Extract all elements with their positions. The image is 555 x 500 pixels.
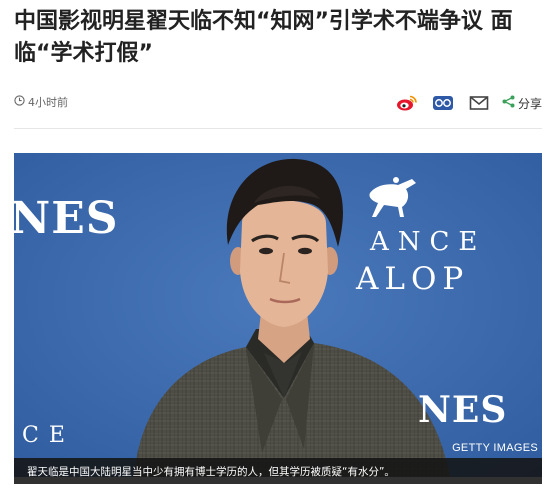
photo-caption: 翟天临是中国大陆明星当中少有拥有博士学历的人，但其学历被质疑“有水分”。 xyxy=(14,458,542,484)
backdrop-text-bottom-left: CE xyxy=(22,423,75,448)
share-toolbar: 分享 xyxy=(382,93,542,113)
share-label: 分享 xyxy=(517,96,542,111)
wechat-moments-icon[interactable] xyxy=(432,93,454,113)
photo-credit: GETTY IMAGES xyxy=(452,442,538,454)
article-meta-bar: 4小时前 分享 xyxy=(14,93,542,113)
article-headline: 中国影视明星翟天临不知“知网”引学术不端争议 面临“学术打假” xyxy=(14,9,513,66)
clock-icon xyxy=(14,95,28,109)
backdrop-text-left: NES xyxy=(14,193,119,244)
article-page: 中国影视明星翟天临不知“知网”引学术不端争议 面临“学术打假” 4小时前 分享 … xyxy=(0,0,555,500)
photo-caption-text: 翟天临是中国大陆明星当中少有拥有博士学历的人，但其学历被质疑“有水分”。 xyxy=(27,466,395,478)
divider xyxy=(14,128,542,129)
share-button[interactable]: 分享 xyxy=(502,95,542,112)
backdrop-text-right-1: ANCE xyxy=(370,227,487,257)
timestamp-text: 4小时前 xyxy=(28,96,68,109)
timestamp: 4小时前 xyxy=(14,94,68,110)
article-photo: NES ANCE ALOP NES CE GETTY IMAGES xyxy=(14,153,542,477)
share-icon xyxy=(502,95,518,111)
email-icon[interactable] xyxy=(468,93,490,113)
weibo-icon[interactable] xyxy=(396,93,418,113)
backdrop-text-right-2: ALOP xyxy=(356,261,470,297)
backdrop-text-bottom-right: NES xyxy=(418,389,508,431)
